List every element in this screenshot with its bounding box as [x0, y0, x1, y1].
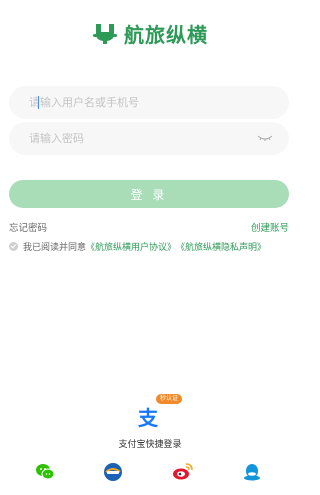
username-input[interactable]	[27, 95, 271, 110]
ctrip-icon[interactable]	[101, 460, 125, 484]
qq-icon[interactable]	[240, 460, 264, 484]
password-input[interactable]	[27, 131, 271, 146]
alipay-badge: 秒认证	[156, 394, 183, 404]
weibo-icon[interactable]	[171, 460, 195, 484]
username-field[interactable]	[9, 86, 289, 119]
wechat-icon[interactable]	[33, 460, 57, 484]
logo-text: 航旅纵横	[124, 22, 208, 47]
app-logo: 航旅纵横	[0, 18, 300, 48]
user-agreement-link[interactable]: 《航旅纵横用户协议》	[86, 240, 176, 253]
svg-text:支: 支	[138, 406, 159, 430]
text-caret	[38, 96, 39, 109]
privacy-policy-link[interactable]: 《航旅纵横隐私声明》	[176, 240, 266, 253]
alipay-icon[interactable]: 支	[134, 404, 162, 432]
create-account-link[interactable]: 创建账号	[251, 220, 289, 234]
login-button[interactable]: 登 录	[9, 180, 289, 208]
alipay-login-label[interactable]: 支付宝快捷登录	[0, 437, 300, 450]
eye-closed-icon[interactable]	[257, 131, 273, 145]
logo-mark-icon	[93, 24, 117, 44]
agreement-row: 我已阅读并同意 《航旅纵横用户协议》 《航旅纵横隐私声明》	[9, 240, 266, 253]
agreement-checkbox[interactable]	[9, 242, 18, 251]
agreement-prefix: 我已阅读并同意	[23, 243, 87, 253]
password-field[interactable]	[9, 122, 289, 155]
forgot-password-link[interactable]: 忘记密码	[9, 220, 47, 234]
